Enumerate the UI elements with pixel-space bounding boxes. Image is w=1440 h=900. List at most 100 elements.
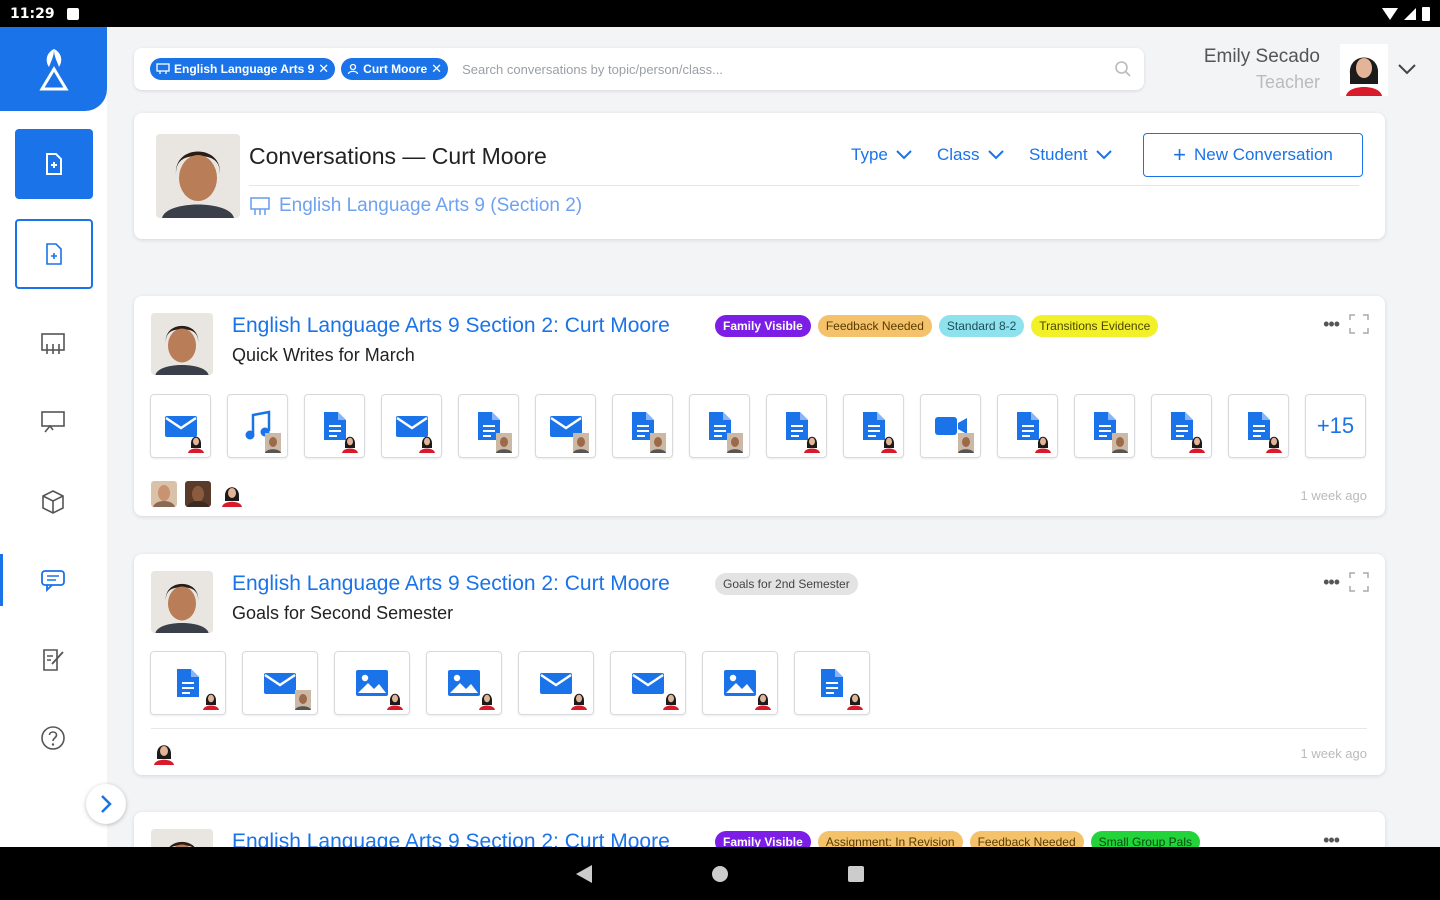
plus-icon: + <box>1173 142 1186 167</box>
author-avatar <box>1266 436 1282 453</box>
expand-sidebar-button[interactable] <box>86 784 126 824</box>
attachment-video-tile[interactable] <box>920 394 981 458</box>
sidebar-item-conversations[interactable] <box>36 563 70 597</box>
chevron-down-icon <box>896 150 912 160</box>
sidebar-item-portfolio[interactable] <box>36 485 70 519</box>
attachment-image-tile[interactable] <box>334 651 410 715</box>
app-logo[interactable] <box>0 27 107 111</box>
attachment-doc-tile[interactable] <box>689 394 750 458</box>
search-bar[interactable]: English Language Arts 9 ✕ Curt Moore ✕ S… <box>134 48 1144 90</box>
more-options-icon[interactable]: ••• <box>1323 572 1340 593</box>
student-avatar <box>156 134 240 218</box>
page-title: Conversations — Curt Moore <box>249 143 547 169</box>
status-time: 11:29 <box>10 5 55 22</box>
filter-label: Class <box>937 145 980 164</box>
attachment-doc-tile[interactable] <box>304 394 365 458</box>
expand-icon[interactable] <box>1349 314 1369 334</box>
more-attachments-button[interactable]: +15 <box>1305 394 1366 458</box>
student-photo <box>156 134 240 218</box>
logo-icon <box>38 49 69 91</box>
new-conversation-label: New Conversation <box>1193 145 1333 164</box>
attachment-doc-tile[interactable] <box>458 394 519 458</box>
attachment-doc-tile[interactable] <box>843 394 904 458</box>
participant-avatar <box>219 481 245 507</box>
attachment-email-tile[interactable] <box>150 394 211 458</box>
more-count: +15 <box>1316 413 1355 438</box>
conversation-card[interactable]: English Language Arts 9 Section 2: Curt … <box>134 296 1385 516</box>
attachment-doc-tile[interactable] <box>1151 394 1212 458</box>
author-avatar <box>663 693 679 710</box>
avatar <box>1340 44 1388 96</box>
back-icon[interactable] <box>576 864 592 883</box>
sidebar-item-presentations[interactable] <box>36 405 70 439</box>
type-filter-dropdown[interactable]: Type <box>851 145 912 165</box>
search-icon[interactable] <box>1114 60 1132 78</box>
author-avatar <box>1112 433 1128 453</box>
recent-apps-icon[interactable] <box>848 865 864 882</box>
student-avatar <box>151 313 213 375</box>
sidebar-item-help[interactable] <box>36 721 70 755</box>
conversation-subtitle: Quick Writes for March <box>232 345 415 365</box>
expand-icon[interactable] <box>1349 572 1369 592</box>
active-indicator <box>0 554 3 606</box>
student-filter-dropdown[interactable]: Student <box>1029 145 1112 165</box>
sidebar-item-classes[interactable] <box>36 327 70 361</box>
attachment-doc-tile[interactable] <box>794 651 870 715</box>
attachment-doc-tile[interactable] <box>150 651 226 715</box>
image-icon <box>355 669 389 697</box>
attachment-email-tile[interactable] <box>518 651 594 715</box>
email-icon <box>263 670 297 696</box>
filter-chip-class[interactable]: English Language Arts 9 ✕ <box>150 58 336 80</box>
divider <box>249 185 1359 186</box>
conversation-timestamp: 1 week ago <box>1300 488 1368 503</box>
participant-avatar <box>151 481 177 507</box>
cube-icon <box>42 490 64 514</box>
attachment-email-tile[interactable] <box>381 394 442 458</box>
sidebar-item-assignments[interactable] <box>36 643 70 677</box>
chevron-down-icon <box>1095 150 1112 160</box>
class-filter-dropdown[interactable]: Class <box>937 145 1004 165</box>
tag: Goals for 2nd Semester <box>715 573 858 595</box>
conversation-title[interactable]: English Language Arts 9 Section 2: Curt … <box>232 572 670 596</box>
attachment-doc-tile[interactable] <box>766 394 827 458</box>
attachment-email-tile[interactable] <box>242 651 318 715</box>
sidebar-item-new-document[interactable] <box>15 219 93 289</box>
avatar <box>151 313 213 375</box>
class-link[interactable]: English Language Arts 9 (Section 2) <box>249 195 582 217</box>
conversation-header: Conversations — Curt Moore Type Class St… <box>134 113 1385 239</box>
document-icon <box>46 153 62 175</box>
more-options-icon[interactable]: ••• <box>1323 314 1340 335</box>
author-avatar <box>650 433 666 453</box>
close-icon[interactable]: ✕ <box>318 61 329 77</box>
attachment-doc-tile[interactable] <box>1074 394 1135 458</box>
attachment-doc-tile[interactable] <box>1228 394 1289 458</box>
close-icon[interactable]: ✕ <box>431 61 442 77</box>
attachment-doc-tile[interactable] <box>612 394 673 458</box>
image-icon <box>723 669 757 697</box>
author-avatar <box>1189 436 1205 453</box>
author-avatar <box>188 436 204 453</box>
conversation-title[interactable]: English Language Arts 9 Section 2: Curt … <box>232 314 670 338</box>
attachment-email-tile[interactable] <box>535 394 596 458</box>
author-avatar <box>342 436 358 453</box>
attachment-doc-tile[interactable] <box>997 394 1058 458</box>
doc-icon <box>818 667 846 699</box>
tag: Feedback Needed <box>817 315 932 337</box>
attachment-image-tile[interactable] <box>426 651 502 715</box>
home-icon[interactable] <box>712 865 728 882</box>
conversation-card[interactable]: English Language Arts 9 Section 2: Curt … <box>134 554 1385 775</box>
signal-icon <box>1404 7 1416 20</box>
class-link-label: English Language Arts 9 (Section 2) <box>279 195 583 216</box>
attachment-image-tile[interactable] <box>702 651 778 715</box>
attachment-email-tile[interactable] <box>610 651 686 715</box>
chevron-down-icon[interactable] <box>1396 58 1418 80</box>
user-role: Teacher <box>1255 72 1320 92</box>
participant-list <box>151 481 245 507</box>
user-menu[interactable]: Emily Secado Teacher <box>1190 42 1430 98</box>
sidebar-item-documents[interactable] <box>15 129 93 199</box>
attachment-audio-tile[interactable] <box>227 394 288 458</box>
new-conversation-button[interactable]: + New Conversation <box>1143 133 1363 177</box>
search-input[interactable]: Search conversations by topic/person/cla… <box>462 62 1108 77</box>
image-icon <box>447 669 481 697</box>
filter-chip-student[interactable]: Curt Moore ✕ <box>341 58 449 80</box>
